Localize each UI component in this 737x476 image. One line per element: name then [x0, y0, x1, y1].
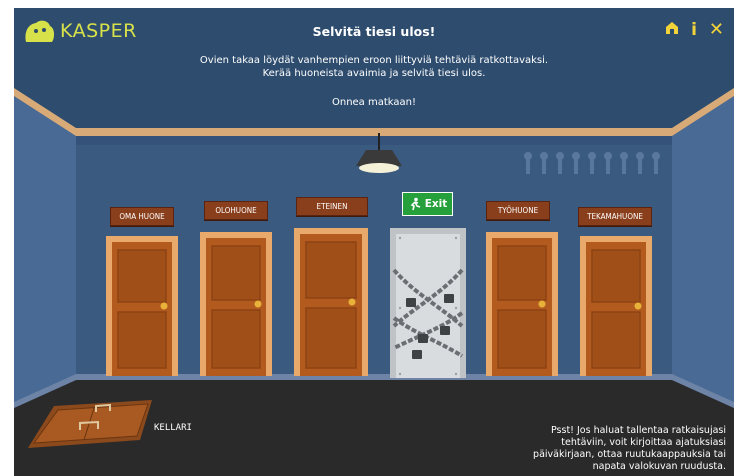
running-man-icon	[410, 197, 420, 211]
room-sign-eteinen: ETEINEN	[296, 197, 368, 216]
game-scene: KASPER Selvitä tiesi ulos! Ovien takaa l…	[14, 8, 734, 476]
cellar-label: KELLARI	[154, 423, 192, 433]
good-luck-text: Onnea matkaan!	[331, 97, 416, 108]
info-icon[interactable]: i	[691, 21, 697, 38]
door-tyohuone[interactable]	[486, 232, 558, 376]
exit-label: Exit	[424, 198, 448, 210]
close-icon[interactable]: ✕	[709, 20, 724, 38]
top-right-controls: i ✕	[665, 20, 724, 39]
door-oma-huone[interactable]	[106, 236, 178, 376]
room-sign-tyohuone: TYÖHUONE	[486, 201, 550, 220]
door-tekamahuone[interactable]	[580, 236, 652, 376]
save-tip-text: Psst! Jos haluat tallentaa ratkaisujasi …	[533, 425, 726, 472]
intro-text-line1: Ovien takaa löydät vanhempien eroon liit…	[199, 55, 549, 66]
room-sign-olohuone: OLOHUONE	[204, 201, 268, 220]
room-sign-oma-huone: OMA HUONE	[110, 207, 174, 226]
exit-sign: Exit	[402, 192, 453, 216]
page-title: Selvitä tiesi ulos!	[312, 24, 436, 39]
exit-door-locked[interactable]	[390, 228, 466, 378]
home-icon[interactable]	[665, 20, 679, 39]
intro-text-line2: Kerää huoneista avaimia ja selvitä tiesi…	[262, 68, 486, 79]
door-eteinen[interactable]	[294, 228, 368, 376]
room-sign-tekamahuone: TEKAMAHUONE	[578, 207, 652, 226]
door-olohuone[interactable]	[200, 232, 272, 376]
